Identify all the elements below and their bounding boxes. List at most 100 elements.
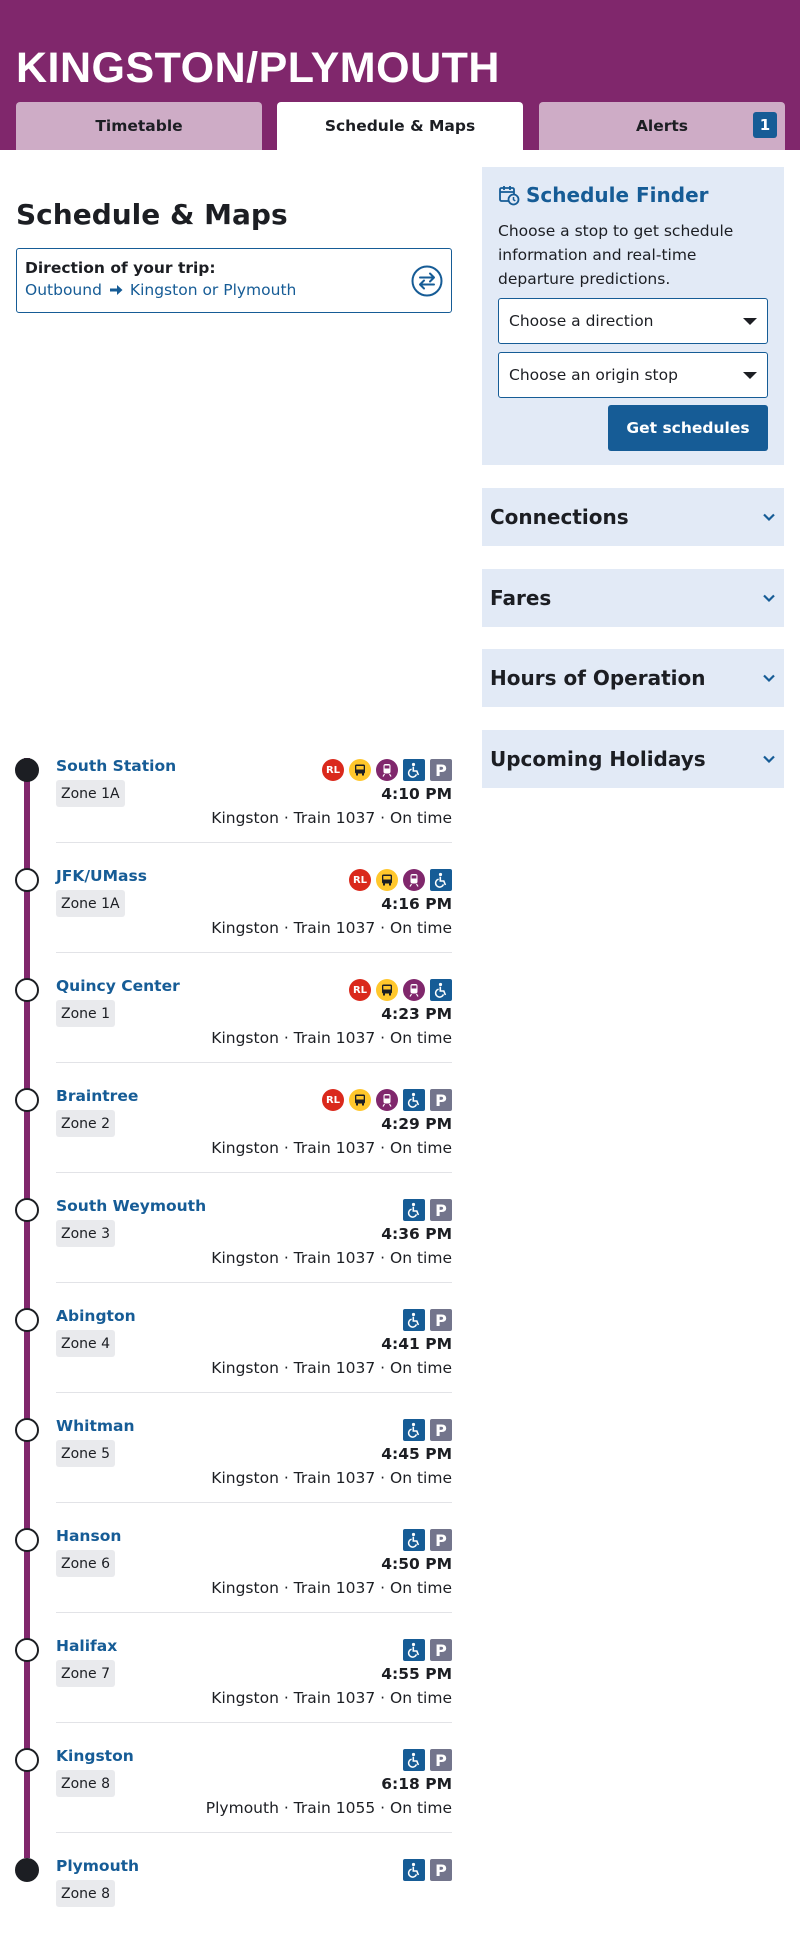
zone-badge: Zone 3	[56, 1220, 115, 1247]
accessible-icon	[403, 1529, 425, 1551]
accessible-icon	[403, 759, 425, 781]
origin-stop-select[interactable]: Choose an origin stop	[498, 352, 768, 398]
accordion-title: Hours of Operation	[490, 666, 706, 690]
stop-dot	[15, 1198, 39, 1222]
stop-divider	[56, 1612, 452, 1613]
departure-time: 4:41 PM	[381, 1335, 452, 1353]
accordion-title: Upcoming Holidays	[490, 747, 706, 771]
stop-amenity-icons: P	[403, 1639, 452, 1661]
route-title: KINGSTON/PLYMOUTH	[16, 44, 500, 92]
red-line-icon: RL	[349, 869, 371, 891]
trip-info: Kingston · Train 1037 · On time	[211, 1029, 452, 1047]
stop-divider	[56, 1062, 452, 1063]
stop-amenity-icons: P	[403, 1529, 452, 1551]
accordion-connections[interactable]: Connections	[482, 488, 784, 546]
accordion-upcoming-holidays[interactable]: Upcoming Holidays	[482, 730, 784, 788]
direction-select[interactable]: Choose a direction	[498, 298, 768, 344]
arrow-right-icon	[109, 285, 123, 295]
stop-divider	[56, 1392, 452, 1393]
direction-label: Direction of your trip:	[25, 259, 216, 277]
tab-schedule-maps[interactable]: Schedule & Maps	[277, 102, 523, 150]
trip-info: Kingston · Train 1037 · On time	[211, 919, 452, 937]
parking-icon: P	[430, 1419, 452, 1441]
stop-amenity-icons: P	[403, 1419, 452, 1441]
stop-divider	[56, 1832, 452, 1833]
direction-toggle[interactable]: Direction of your trip: Outbound Kingsto…	[16, 248, 452, 313]
zone-badge: Zone 6	[56, 1550, 115, 1577]
stop-amenity-icons: P	[403, 1859, 452, 1881]
terminal-stop-dot	[15, 1858, 39, 1882]
finder-title-text: Schedule Finder	[526, 183, 709, 207]
direction-to: Kingston or Plymouth	[129, 281, 297, 299]
zone-badge: Zone 1	[56, 1000, 115, 1027]
stop-divider	[56, 952, 452, 953]
stop-divider	[56, 1722, 452, 1723]
commuter-rail-icon	[403, 979, 425, 1001]
swap-direction-icon[interactable]	[411, 265, 443, 297]
stop-name-link[interactable]: Braintree	[56, 1087, 138, 1105]
trip-info: Kingston · Train 1037 · On time	[211, 1249, 452, 1267]
caret-down-icon	[743, 371, 757, 379]
schedule-finder: Schedule Finder Choose a stop to get sch…	[482, 167, 784, 465]
alert-count-badge: 1	[753, 112, 777, 138]
parking-icon: P	[430, 1309, 452, 1331]
stop-name-link[interactable]: South Station	[56, 757, 176, 775]
departure-time: 4:45 PM	[381, 1445, 452, 1463]
stop-dot	[15, 1638, 39, 1662]
stop-row: Hanson Zone 6 P 4:50 PM Kingston · Train 103…	[0, 1515, 452, 1625]
parking-icon: P	[430, 1199, 452, 1221]
tab-timetable[interactable]: Timetable	[16, 102, 262, 150]
accessible-icon	[403, 1639, 425, 1661]
direction-value: Outbound Kingston or Plymouth	[25, 281, 443, 299]
stop-name-link[interactable]: Whitman	[56, 1417, 135, 1435]
stop-dot	[15, 1088, 39, 1112]
finder-title: Schedule Finder	[498, 183, 768, 207]
tab-alerts[interactable]: Alerts 1	[539, 102, 785, 150]
accessible-icon	[403, 1859, 425, 1881]
parking-icon: P	[430, 1859, 452, 1881]
stop-row: Halifax Zone 7 P 4:55 PM Kingston · Train 10…	[0, 1625, 452, 1735]
stop-divider	[56, 1502, 452, 1503]
departure-time: 6:18 PM	[381, 1775, 452, 1793]
terminal-stop-dot	[15, 758, 39, 782]
accessible-icon	[403, 1419, 425, 1441]
stop-name-link[interactable]: South Weymouth	[56, 1197, 206, 1215]
stop-name-link[interactable]: Quincy Center	[56, 977, 180, 995]
trip-info: Plymouth · Train 1055 · On time	[205, 1799, 452, 1817]
stop-row: Plymouth Zone 8 P	[0, 1845, 452, 1944]
stop-amenity-icons: RL P	[322, 759, 452, 781]
stop-name-link[interactable]: Abington	[56, 1307, 136, 1325]
commuter-rail-icon	[403, 869, 425, 891]
stop-name-link[interactable]: Halifax	[56, 1637, 117, 1655]
parking-icon: P	[430, 1529, 452, 1551]
accordion-fares[interactable]: Fares	[482, 569, 784, 627]
bus-icon	[376, 979, 398, 1001]
stop-row: Quincy Center Zone 1 RL 4:23 PM Kingston · T…	[0, 965, 452, 1075]
accessible-icon	[403, 1749, 425, 1771]
stop-dot	[15, 1748, 39, 1772]
chevron-down-icon	[763, 674, 775, 683]
accessible-icon	[430, 869, 452, 891]
departure-time: 4:23 PM	[381, 1005, 452, 1023]
stop-amenity-icons: RL P	[322, 1089, 452, 1111]
direction-select-value: Choose a direction	[509, 312, 654, 330]
accessible-icon	[430, 979, 452, 1001]
zone-badge: Zone 8	[56, 1880, 115, 1907]
stop-dot	[15, 868, 39, 892]
stop-name-link[interactable]: Kingston	[56, 1747, 134, 1765]
trip-info: Kingston · Train 1037 · On time	[211, 1139, 452, 1157]
accessible-icon	[403, 1199, 425, 1221]
departure-time: 4:10 PM	[381, 785, 452, 803]
accessible-icon	[403, 1309, 425, 1331]
parking-icon: P	[430, 759, 452, 781]
bus-icon	[349, 1089, 371, 1111]
stop-name-link[interactable]: Plymouth	[56, 1857, 139, 1875]
commuter-rail-icon	[376, 1089, 398, 1111]
accordion-hours-of-operation[interactable]: Hours of Operation	[482, 649, 784, 707]
stop-name-link[interactable]: Hanson	[56, 1527, 121, 1545]
stop-name-link[interactable]: JFK/UMass	[56, 867, 147, 885]
get-schedules-button[interactable]: Get schedules	[608, 405, 768, 451]
zone-badge: Zone 8	[56, 1770, 115, 1797]
tab-label: Alerts	[635, 117, 689, 135]
bus-icon	[349, 759, 371, 781]
